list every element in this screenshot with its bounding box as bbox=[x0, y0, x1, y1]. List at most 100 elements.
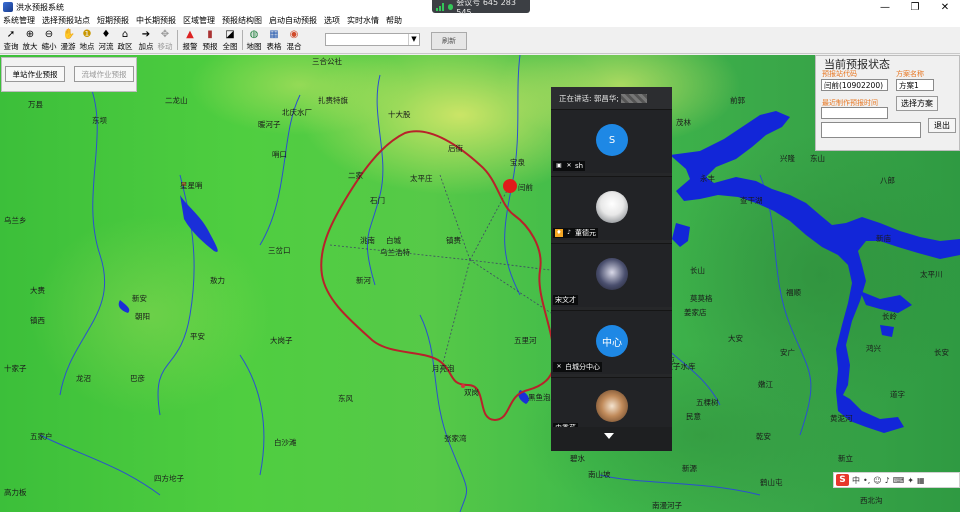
plan-name-label: 方案名称 bbox=[896, 70, 924, 78]
map-label: 太平川 bbox=[920, 270, 943, 279]
globe-icon: ◍ bbox=[249, 29, 259, 40]
minimize-button[interactable]: — bbox=[870, 0, 900, 14]
layer-select[interactable]: ▼ bbox=[325, 33, 420, 46]
map-label: 嫩江 bbox=[758, 380, 773, 389]
map-label: 巴彦 bbox=[130, 374, 145, 383]
map-label: 三岔口 bbox=[268, 246, 291, 255]
avatar bbox=[596, 191, 628, 223]
menu-long-term[interactable]: 中长期预报 bbox=[136, 15, 176, 26]
map-label: 民意 bbox=[686, 412, 701, 421]
maximize-button[interactable]: ❐ bbox=[900, 0, 930, 14]
alarm-icon: ▲ bbox=[186, 29, 194, 40]
toolbar-separator bbox=[242, 30, 243, 50]
map-label: 后街 bbox=[448, 144, 463, 153]
map-label: 道字 bbox=[890, 390, 905, 399]
keyboard-icon[interactable]: ⌨ bbox=[893, 476, 905, 485]
blurred-name bbox=[620, 93, 647, 103]
menu-help[interactable]: 帮助 bbox=[386, 15, 402, 26]
ime-toolbar[interactable]: S 中 •, ☺ ♪ ⌨ ✦ ▦ bbox=[833, 472, 960, 488]
window-title: 洪水预报系统 bbox=[16, 2, 64, 12]
skin-icon[interactable]: ✦ bbox=[907, 476, 914, 485]
map-label: 长山 bbox=[690, 266, 705, 275]
ime-mode[interactable]: 中 bbox=[852, 475, 860, 486]
scroll-down-icon[interactable] bbox=[604, 433, 614, 439]
signal-icon bbox=[436, 2, 445, 11]
status-message-field[interactable] bbox=[821, 122, 921, 138]
home-icon: ⌂ bbox=[121, 29, 129, 40]
mic-icon[interactable]: ♪ bbox=[885, 476, 890, 485]
move-icon: ✥ bbox=[160, 29, 170, 40]
menu-region[interactable]: 区域管理 bbox=[183, 15, 215, 26]
map-label: 永丰 bbox=[700, 174, 715, 183]
menu-system[interactable]: 系统管理 bbox=[3, 15, 35, 26]
tool-map-button[interactable]: ◍ 地图 bbox=[245, 29, 263, 53]
map-label: 五家户 bbox=[30, 432, 53, 441]
avatar: S bbox=[596, 124, 628, 156]
refresh-button[interactable]: 刷新 bbox=[431, 32, 467, 50]
tool-forecast-button[interactable]: ▮ 预报 bbox=[201, 29, 219, 53]
tool-query-button[interactable]: ➚ 查询 bbox=[2, 29, 20, 53]
menu-short-term[interactable]: 短期预报 bbox=[97, 15, 129, 26]
participant-tile[interactable]: 中心 ✕ 白城分中心 bbox=[551, 310, 672, 374]
close-button[interactable]: ✕ bbox=[930, 0, 960, 14]
tool-zoom-in-button[interactable]: ⊕ 放大 bbox=[21, 29, 39, 53]
video-conference-panel: 正在讲话: 郭昌华; S ▣✕sh ♦♪董德元 宋文才 中心 ✕白城分中心 史秀… bbox=[551, 87, 672, 451]
plan-name-field[interactable]: 方案1 bbox=[896, 79, 934, 91]
scroll-footer bbox=[551, 427, 672, 451]
toolbox-icon[interactable]: ▦ bbox=[917, 476, 925, 485]
exit-button[interactable]: 退出 bbox=[928, 118, 956, 133]
emoji-icon[interactable]: ☺ bbox=[873, 476, 881, 485]
map-label: 西北沟 bbox=[860, 496, 883, 505]
tool-district-button[interactable]: ⌂ 政区 bbox=[116, 29, 134, 53]
map-label: 扎赉特旗 bbox=[318, 96, 348, 105]
map-label: 碧水 bbox=[570, 454, 585, 463]
menu-options[interactable]: 选项 bbox=[324, 15, 340, 26]
map-label: 镇赉 bbox=[446, 236, 461, 245]
map-label: 十家子 bbox=[4, 364, 27, 373]
book-icon: ▮ bbox=[207, 29, 213, 40]
zoom-in-icon: ⊕ bbox=[25, 29, 35, 40]
recent-time-field[interactable] bbox=[821, 107, 888, 119]
tool-add-point-button[interactable]: ➔ 加点 bbox=[137, 29, 155, 53]
map-label: 八郎 bbox=[880, 176, 895, 185]
basin-forecast-button[interactable]: 流域作业预报 bbox=[74, 66, 134, 82]
tool-mix-button[interactable]: ◉ 混合 bbox=[285, 29, 303, 53]
mic-icon: ♪ bbox=[567, 229, 571, 236]
tool-place-button[interactable]: ❶ 地点 bbox=[78, 29, 96, 53]
ime-punct[interactable]: •, bbox=[863, 476, 870, 485]
map-label: 暖河子 bbox=[258, 120, 281, 129]
map-label: 二家 bbox=[348, 171, 363, 180]
map-label: 黄泥河 bbox=[830, 414, 853, 423]
map-label: 茂林 bbox=[676, 118, 691, 127]
menu-realtime[interactable]: 实时水情 bbox=[347, 15, 379, 26]
participant-tile[interactable]: 宋文才 bbox=[551, 243, 672, 307]
map-label: 闫前 bbox=[518, 183, 533, 192]
map-label: 四方坨子 bbox=[154, 474, 184, 483]
tool-river-button[interactable]: ♦ 河流 bbox=[97, 29, 115, 53]
map-label: 东坝 bbox=[92, 116, 107, 125]
meeting-id-badge[interactable]: 会议号 645 283 545 bbox=[432, 0, 530, 17]
map-label: 新立 bbox=[838, 454, 853, 463]
map-label: 东风 bbox=[338, 394, 353, 403]
tool-pan-button[interactable]: ✋ 漫游 bbox=[59, 29, 77, 53]
tool-move-button[interactable]: ✥ 移动 bbox=[156, 29, 174, 53]
tool-table-button[interactable]: ▦ 表格 bbox=[265, 29, 283, 53]
tool-zoom-out-button[interactable]: ⊖ 缩小 bbox=[40, 29, 58, 53]
tool-alarm-button[interactable]: ▲ 报警 bbox=[181, 29, 199, 53]
map-label: 南山坡 bbox=[588, 470, 611, 479]
menu-auto-forecast[interactable]: 启动自动预报 bbox=[269, 15, 317, 26]
menu-select-station[interactable]: 选择预报站点 bbox=[42, 15, 90, 26]
zoom-out-icon: ⊖ bbox=[44, 29, 54, 40]
map-label: 敖力 bbox=[210, 276, 225, 285]
participant-tile[interactable]: S ▣ ✕ sh bbox=[551, 109, 672, 173]
participant-tile[interactable]: 史秀芹 bbox=[551, 377, 672, 433]
station-code-field[interactable]: 闫前(10902200) bbox=[821, 79, 888, 91]
map-label: 新安 bbox=[132, 294, 147, 303]
chevron-down-icon: ▼ bbox=[408, 34, 419, 45]
single-station-forecast-button[interactable]: 单站作业预报 bbox=[5, 66, 65, 82]
map-label: 安广 bbox=[780, 348, 795, 357]
menu-structure[interactable]: 预报结构图 bbox=[222, 15, 262, 26]
select-plan-button[interactable]: 选择方案 bbox=[896, 96, 938, 111]
participant-tile[interactable]: ♦ ♪ 董德元 bbox=[551, 176, 672, 240]
tool-full-view-button[interactable]: ◪ 全图 bbox=[221, 29, 239, 53]
